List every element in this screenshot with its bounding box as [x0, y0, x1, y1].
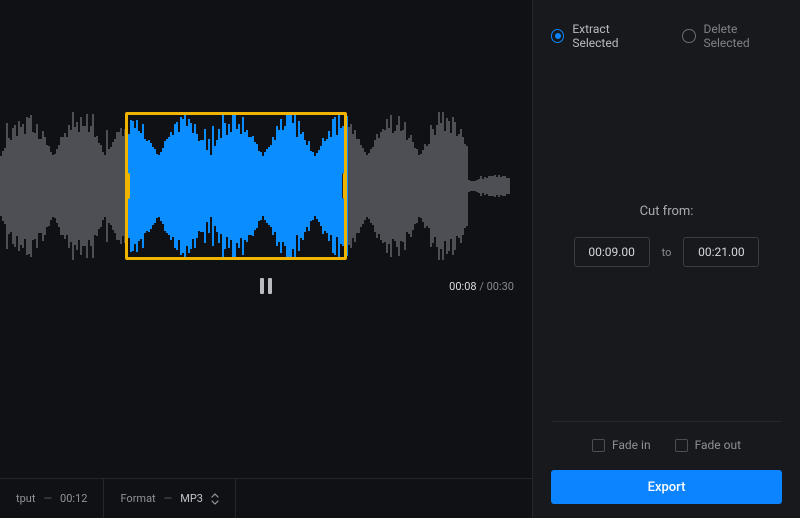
fade-in-label: Fade in — [612, 438, 651, 452]
radio-label: Delete Selected — [704, 22, 783, 50]
checkbox-icon — [675, 439, 688, 452]
cut-from-input[interactable]: 00:09.00 — [574, 237, 650, 267]
cut-from-label: Cut from: — [640, 204, 694, 219]
format-cell[interactable]: Format — MP3 — [104, 479, 236, 518]
format-label: Format — [120, 492, 155, 505]
fade-options: Fade in Fade out — [551, 421, 782, 452]
output-duration: 00:12 — [60, 492, 87, 505]
radio-delete-selected[interactable]: Delete Selected — [682, 22, 782, 50]
time-separator: / — [479, 280, 486, 293]
format-value: MP3 — [180, 492, 203, 505]
fade-out-label: Fade out — [695, 438, 741, 452]
total-time: 00:30 — [487, 280, 514, 293]
checkbox-icon — [592, 439, 605, 452]
output-cell: tput — 00:12 — [0, 479, 104, 518]
radio-icon — [551, 29, 564, 43]
export-button[interactable]: Export — [551, 470, 782, 504]
output-dash: — — [43, 492, 52, 505]
editor-pane: 00:08 / 00:30 tput — 00:12 Format — MP3 — [0, 0, 532, 518]
fade-in-checkbox[interactable]: Fade in — [592, 438, 651, 452]
waveform-area[interactable] — [0, 112, 510, 260]
radio-icon — [682, 29, 695, 43]
time-readout: 00:08 / 00:30 — [449, 280, 514, 293]
output-label: tput — [16, 492, 35, 505]
fade-out-checkbox[interactable]: Fade out — [675, 438, 741, 452]
side-panel: Extract Selected Delete Selected Cut fro… — [532, 0, 800, 518]
cut-to-input[interactable]: 00:21.00 — [683, 237, 759, 267]
pause-button[interactable] — [260, 278, 272, 294]
footer-bar: tput — 00:12 Format — MP3 — [0, 478, 532, 518]
cut-section: Cut from: 00:09.00 to 00:21.00 — [533, 50, 800, 421]
waveform[interactable] — [0, 112, 510, 260]
player-controls: 00:08 / 00:30 — [0, 274, 532, 298]
radio-extract-selected[interactable]: Extract Selected — [551, 22, 654, 50]
mode-selector: Extract Selected Delete Selected — [533, 0, 800, 50]
format-dash: — — [164, 492, 173, 505]
chevron-updown-icon[interactable] — [211, 493, 219, 505]
current-time: 00:08 — [449, 280, 476, 293]
radio-label: Extract Selected — [572, 22, 654, 50]
cut-to-label: to — [662, 246, 672, 259]
